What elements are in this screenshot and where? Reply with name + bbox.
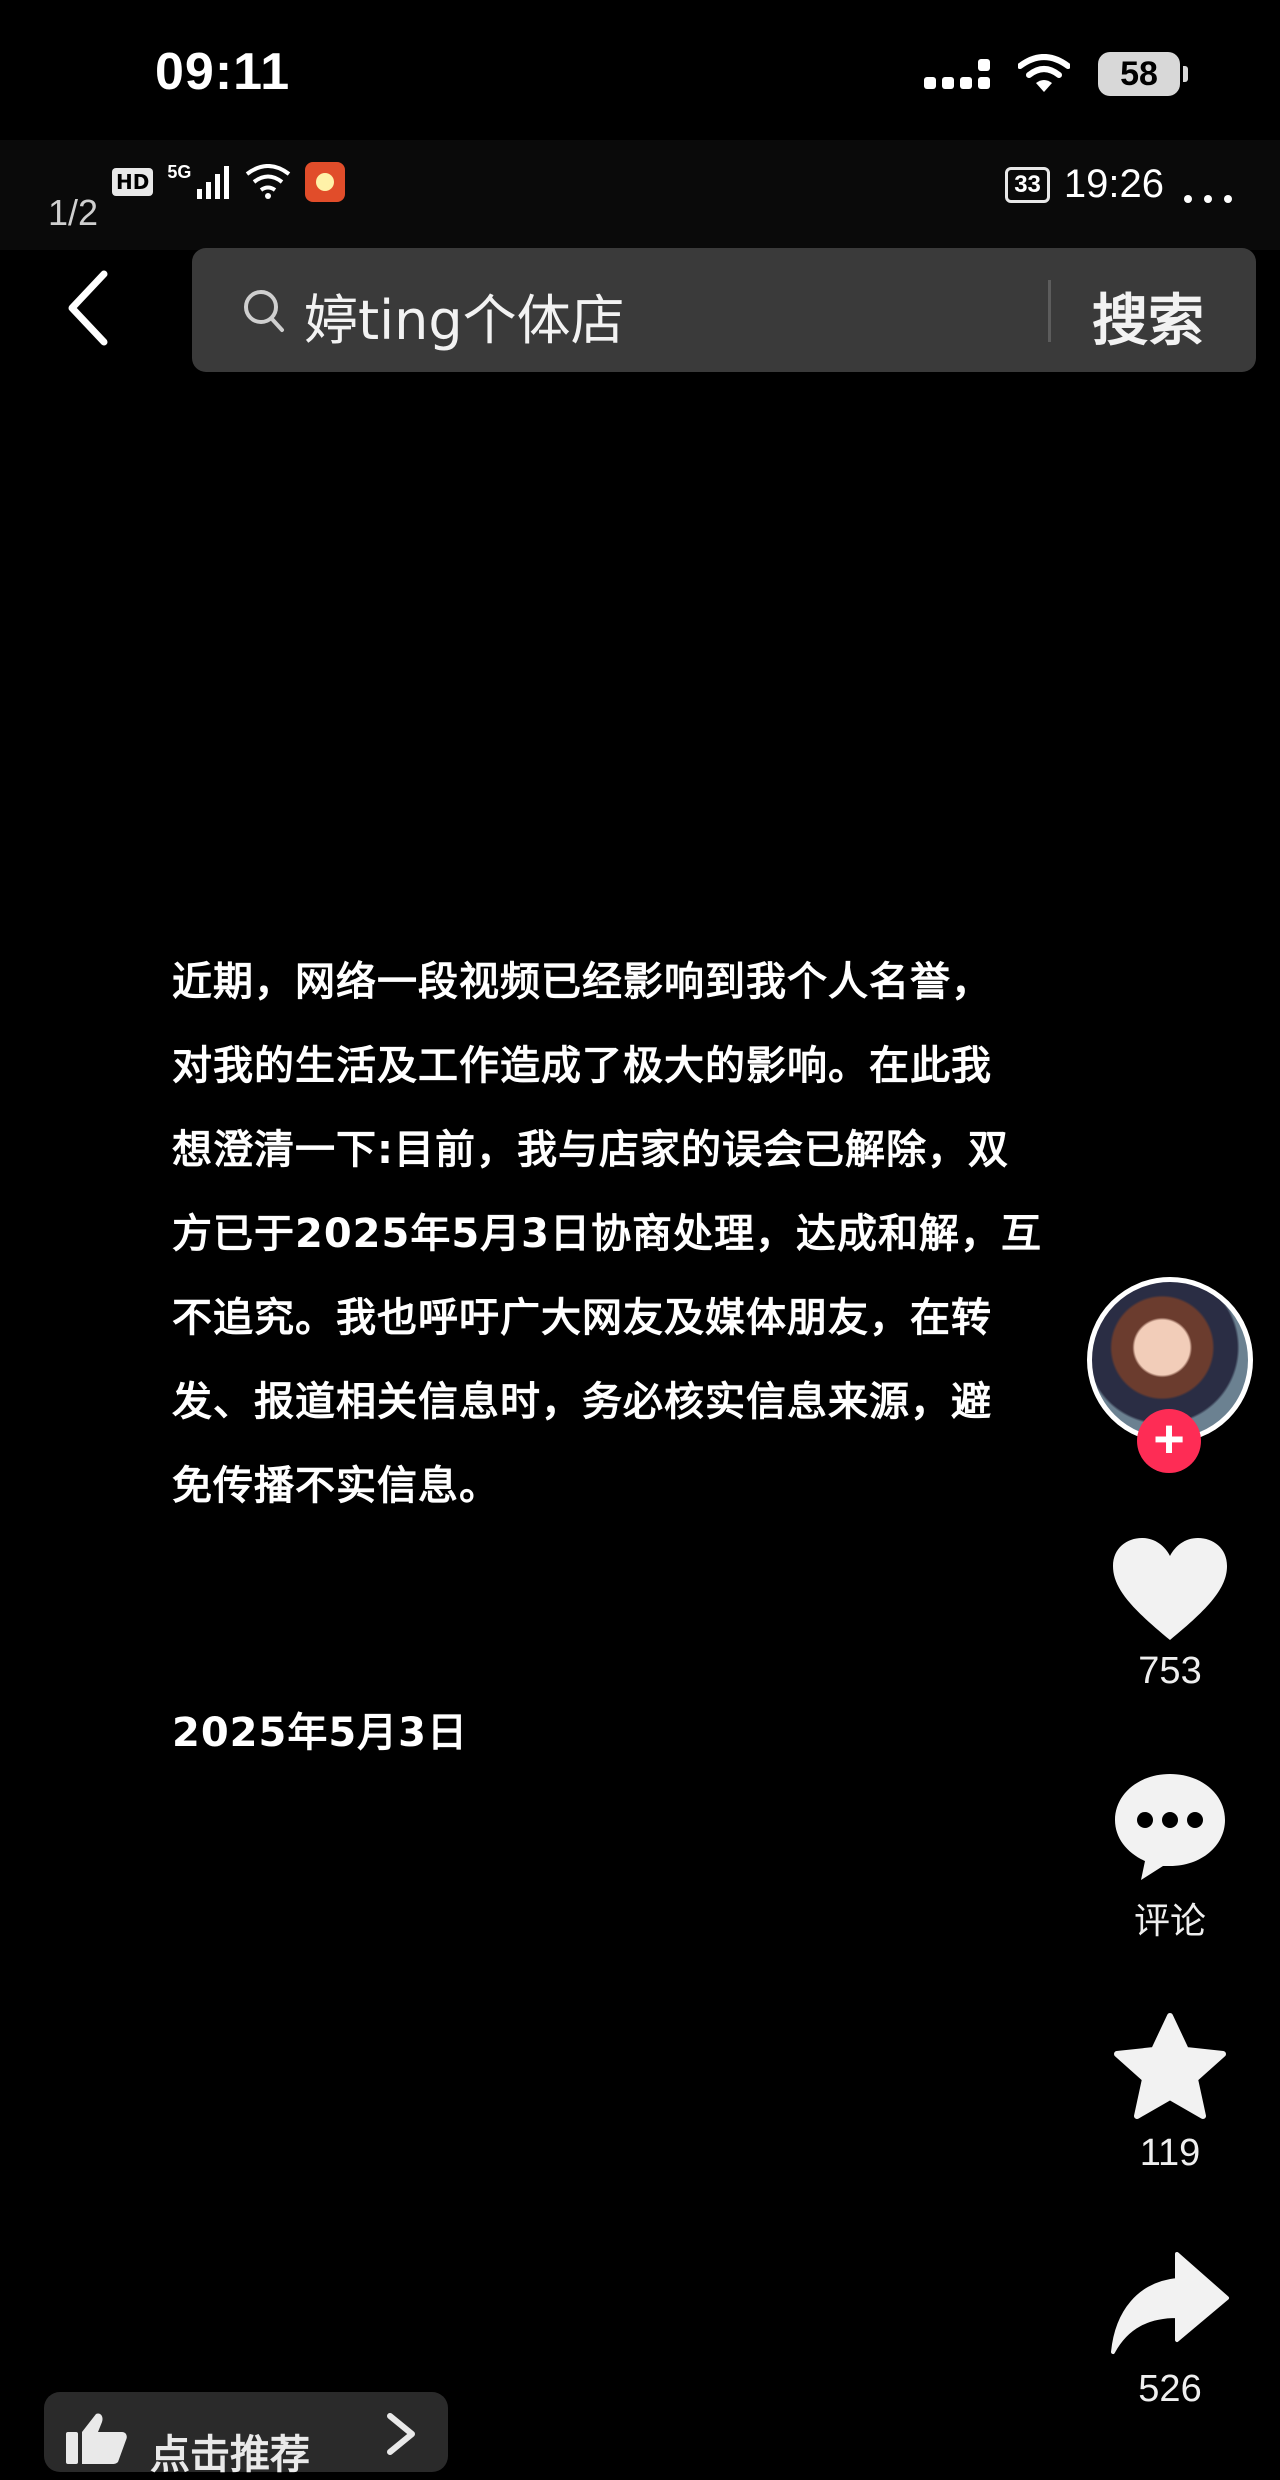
signal-dots-icon xyxy=(924,59,990,89)
like-count: 753 xyxy=(1138,1650,1202,1692)
favorite-count: 119 xyxy=(1139,2132,1201,2174)
search-icon xyxy=(244,290,284,332)
favorite-button[interactable]: 119 xyxy=(1100,2012,1240,2175)
captured-clock: 19:26 xyxy=(1063,162,1164,206)
device-status-icons: 58 xyxy=(924,48,1188,100)
device-status-bar: 09:11 58 xyxy=(0,0,1280,140)
battery-indicator: 58 xyxy=(1098,52,1188,96)
follow-button[interactable]: + xyxy=(1137,1409,1201,1473)
recommend-label: 点击推荐 xyxy=(150,2432,310,2478)
wifi-small-icon xyxy=(246,164,291,199)
hd-badge: HD xyxy=(112,168,154,196)
search-divider xyxy=(1048,280,1051,342)
chevron-right-icon xyxy=(387,2413,415,2455)
app-notification-icon xyxy=(305,162,346,202)
wifi-icon xyxy=(1018,54,1070,92)
share-button[interactable]: 526 xyxy=(1100,2250,1240,2411)
back-button[interactable] xyxy=(52,268,124,348)
cell-signal-icon xyxy=(197,166,230,199)
chevron-left-icon xyxy=(68,270,108,346)
search-bar[interactable]: 婷ting个体店 搜索 xyxy=(192,248,1256,372)
device-clock: 09:11 xyxy=(155,43,291,101)
captured-status-bar: 1/2 HD 5G 33 19:26 xyxy=(0,140,1280,250)
page-indicator: 1/2 xyxy=(48,192,99,233)
captured-status-right: 33 19:26 xyxy=(1005,162,1232,207)
more-options-icon[interactable] xyxy=(1184,194,1232,203)
captured-battery: 33 xyxy=(1005,166,1050,203)
search-input[interactable]: 婷ting个体店 xyxy=(304,276,625,355)
comment-label: 评论 xyxy=(1133,1901,1206,1942)
star-icon xyxy=(1114,2013,1226,2119)
comment-button[interactable]: 评论 xyxy=(1100,1772,1240,1944)
share-count: 526 xyxy=(1138,2368,1202,2410)
search-button[interactable]: 搜索 xyxy=(1092,276,1204,357)
heart-icon xyxy=(1113,1538,1227,1640)
statement-date: 2025年5月3日 xyxy=(172,1710,468,1756)
share-arrow-icon xyxy=(1111,2252,1229,2354)
comment-bubble-icon xyxy=(1115,1774,1225,1880)
like-button[interactable]: 753 xyxy=(1100,1536,1240,1693)
captured-status-icons: HD 5G xyxy=(112,161,346,202)
thumbs-up-icon xyxy=(66,2413,127,2464)
network-label: 5G xyxy=(167,161,192,182)
statement-text: 近期，网络一段视频已经影响到我个人名誉， 对我的生活及工作造成了极大的影响。在此… xyxy=(172,959,1042,1509)
